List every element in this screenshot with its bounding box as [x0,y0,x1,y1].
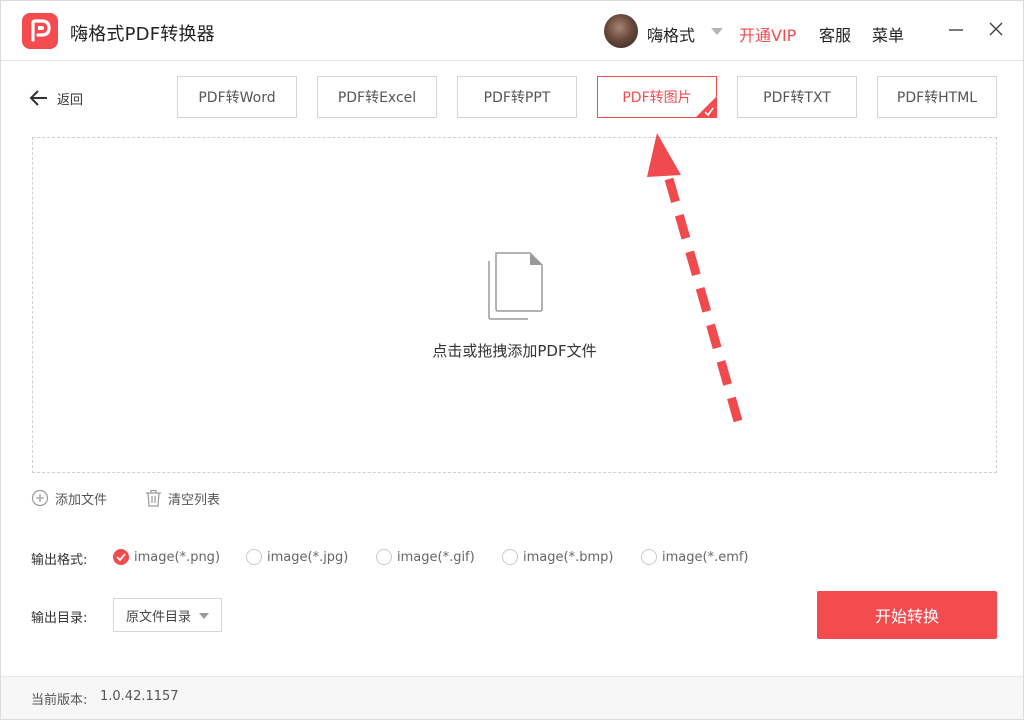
back-label: 返回 [57,92,84,108]
radio-icon [641,549,657,565]
format-option-jpg[interactable]: image(*.jpg) [246,548,348,566]
output-format-label: 输出格式: [31,553,88,568]
tab-pdf-to-word[interactable]: PDF转Word [177,76,297,118]
radio-icon [502,549,518,565]
menu-link[interactable]: 菜单 [872,22,904,46]
username[interactable]: 嗨格式 [647,22,695,46]
radio-icon [376,549,392,565]
radio-checked-icon [113,549,129,565]
tab-label: PDF转图片 [622,90,692,106]
add-file-label: 添加文件 [55,492,108,508]
status-bar: 当前版本: 1.0.42.1157 [1,676,1023,719]
add-file-button[interactable]: 添加文件 [31,489,108,508]
clear-list-button[interactable]: 清空列表 [145,489,221,508]
radio-icon [246,549,262,565]
clear-list-label: 清空列表 [168,492,221,508]
tab-pdf-to-txt[interactable]: PDF转TXT [737,76,857,118]
output-dir-select[interactable]: 原文件目录 [113,598,222,632]
app-title: 嗨格式PDF转换器 [70,24,215,45]
customer-service-link[interactable]: 客服 [819,22,851,46]
tab-pdf-to-excel[interactable]: PDF转Excel [317,76,437,118]
arrow-left-icon [29,90,47,106]
back-button[interactable]: 返回 [29,87,83,109]
format-option-label: image(*.emf) [662,549,749,565]
version-number: 1.0.42.1157 [100,689,179,704]
output-dir-label: 输出目录: [31,611,88,626]
chevron-down-icon [199,613,209,619]
version-label: 当前版本: [31,693,88,708]
format-option-label: image(*.gif) [397,549,475,565]
format-option-bmp[interactable]: image(*.bmp) [502,548,613,566]
add-circle-icon [31,489,49,507]
format-option-label: image(*.bmp) [523,549,614,565]
file-dropzone[interactable]: 点击或拖拽添加PDF文件 [32,137,997,473]
pdf-logo-icon [22,13,58,49]
output-dir-value: 原文件目录 [126,609,192,625]
start-convert-button[interactable]: 开始转换 [817,591,997,639]
tab-pdf-to-image[interactable]: PDF转图片 [597,76,717,118]
dropzone-text: 点击或拖拽添加PDF文件 [432,342,597,360]
documents-icon [488,252,543,320]
close-icon[interactable] [986,19,1006,39]
format-option-png[interactable]: image(*.png) [113,548,220,566]
chevron-down-icon[interactable] [711,28,723,35]
vip-link[interactable]: 开通VIP [739,22,796,46]
format-option-gif[interactable]: image(*.gif) [376,548,475,566]
check-icon [704,107,714,116]
format-option-label: image(*.png) [134,549,221,565]
title-bar: 嗨格式PDF转换器 嗨格式 开通VIP 客服 菜单 [1,1,1023,61]
avatar[interactable] [604,14,638,48]
app-window: 嗨格式PDF转换器 嗨格式 开通VIP 客服 菜单 返回 PDF转Word PD… [0,0,1024,720]
tab-pdf-to-html[interactable]: PDF转HTML [877,76,997,118]
minimize-icon[interactable] [946,19,966,39]
trash-icon [146,489,161,507]
format-option-emf[interactable]: image(*.emf) [641,548,749,566]
format-option-label: image(*.jpg) [267,549,349,565]
tab-pdf-to-ppt[interactable]: PDF转PPT [457,76,577,118]
